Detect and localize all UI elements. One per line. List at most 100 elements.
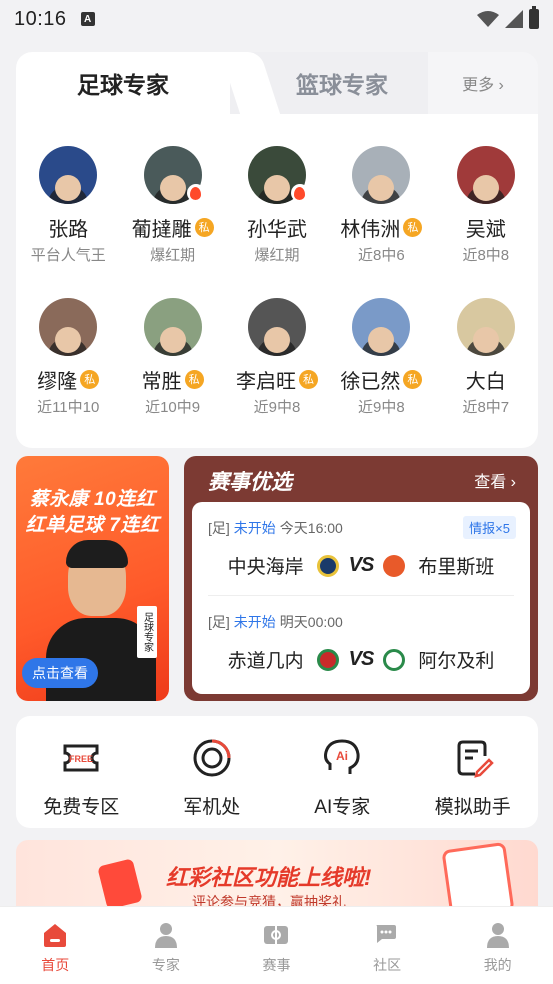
private-badge: 私 bbox=[403, 217, 423, 237]
nav-home[interactable]: 首页 bbox=[0, 907, 111, 984]
expert-tabs: 篮球专家 更多 › 足球专家 bbox=[16, 52, 538, 114]
private-badge: 私 bbox=[80, 369, 100, 389]
nav-profile[interactable]: 我的 bbox=[442, 907, 553, 984]
home-icon bbox=[44, 924, 67, 947]
battery-icon bbox=[529, 6, 539, 29]
tool-ai-expert[interactable]: Ai AI专家 bbox=[277, 716, 408, 828]
away-team-logo-icon bbox=[383, 554, 406, 577]
expert-name: 大白 bbox=[465, 370, 506, 393]
match-league: [足] bbox=[208, 614, 230, 630]
avatar-wrap bbox=[352, 298, 411, 356]
match-teams: 赤道几内 VS 阿尔及利 bbox=[192, 646, 530, 673]
intel-badge[interactable]: 情报×5 bbox=[463, 516, 516, 539]
radar-icon bbox=[193, 739, 231, 777]
avatar-wrap bbox=[456, 146, 515, 204]
ai-icon-text: Ai bbox=[336, 749, 348, 763]
home-team-name: 中央海岸 bbox=[227, 557, 304, 578]
nav-label: 社区 bbox=[373, 957, 402, 973]
expert-name: 李启旺 bbox=[235, 370, 296, 393]
expert-name: 徐已然 bbox=[340, 370, 401, 393]
status-time: 10:16 bbox=[14, 7, 67, 30]
promo-view-button[interactable]: 点击查看 bbox=[22, 658, 98, 688]
expert-record: 近8中8 bbox=[462, 247, 510, 264]
more-experts-link[interactable]: 更多 › bbox=[428, 52, 538, 114]
match-teams: 中央海岸 VS 布里斯班 bbox=[192, 552, 530, 579]
match-row[interactable]: [足] 未开始 今天16:00 情报×5 中央海岸 VS 布里斯班 bbox=[192, 502, 530, 596]
expert-item[interactable]: 葡撻雕私爆红期 bbox=[120, 126, 224, 278]
promo-headline-2: 红单足球 7连红 bbox=[25, 515, 160, 536]
away-team-name: 阿尔及利 bbox=[418, 651, 495, 672]
expert-record: 近9中8 bbox=[358, 399, 405, 416]
avatar bbox=[352, 298, 411, 356]
tool-intel-office[interactable]: 军机处 bbox=[147, 716, 278, 828]
promo-tag: 足球专家 bbox=[137, 606, 157, 658]
tab-football-experts[interactable]: 足球专家 bbox=[16, 52, 230, 114]
expert-item[interactable]: 李启旺私近9中8 bbox=[225, 278, 329, 430]
expert-item[interactable]: 缪隆私近11中10 bbox=[16, 278, 120, 430]
tool-free-zone[interactable]: FREE 免费专区 bbox=[16, 716, 147, 828]
name-row: 李启旺私 bbox=[235, 366, 318, 393]
private-badge: 私 bbox=[184, 369, 204, 389]
promo-headline-1: 蔡永康 10连红 bbox=[29, 489, 156, 510]
expert-item[interactable]: 孙华武 爆红期 bbox=[225, 126, 329, 278]
chat-icon bbox=[376, 925, 397, 943]
expert-item[interactable]: 常胜私近10中9 bbox=[120, 278, 224, 430]
match-time: 今天16:00 bbox=[279, 520, 343, 536]
edit-doc-icon bbox=[457, 740, 494, 778]
expert-name: 张路 bbox=[48, 218, 89, 241]
match-list: [足] 未开始 今天16:00 情报×5 中央海岸 VS 布里斯班 [足] 未开… bbox=[192, 502, 530, 694]
avatar bbox=[39, 298, 98, 356]
match-row[interactable]: [足] 未开始 明天00:00 赤道几内 VS 阿尔及利 bbox=[192, 596, 530, 690]
avatar-wrap bbox=[247, 146, 309, 204]
name-row: 缪隆私 bbox=[37, 366, 100, 393]
nav-experts[interactable]: 专家 bbox=[111, 907, 222, 984]
name-row: 常胜私 bbox=[141, 366, 204, 393]
tool-label: 模拟助手 bbox=[434, 797, 511, 818]
expert-name: 吴斌 bbox=[465, 218, 506, 241]
expert-name: 常胜 bbox=[141, 370, 182, 393]
expert-item[interactable]: 林伟洲私近8中6 bbox=[329, 126, 433, 278]
avatar-wrap bbox=[143, 146, 205, 204]
avatar bbox=[39, 146, 98, 204]
nav-community[interactable]: 社区 bbox=[332, 907, 443, 984]
expert-item[interactable]: 张路 平台人气王 bbox=[16, 126, 120, 278]
avatar-wrap bbox=[247, 298, 306, 356]
avatar bbox=[456, 298, 515, 356]
community-ad-banner[interactable]: 红彩社区功能上线啦! 评论参与竞猜，赢抽奖礼 bbox=[16, 840, 538, 910]
home-team-logo-icon bbox=[316, 648, 339, 671]
tools-card: FREE 免费专区 军机处 Ai AI专家 模拟助手 bbox=[16, 716, 538, 828]
name-row: 徐已然私 bbox=[340, 366, 423, 393]
expert-item[interactable]: 徐已然私近9中8 bbox=[329, 278, 433, 430]
ai-head-icon: Ai bbox=[324, 739, 360, 774]
nav-label: 我的 bbox=[483, 957, 512, 973]
nav-matches[interactable]: 赛事 bbox=[221, 907, 332, 984]
expert-card: 篮球专家 更多 › 足球专家 张路 平台人气王 葡撻雕私爆红期 孙华武 爆红期 林伟洲私近… bbox=[16, 52, 538, 448]
featured-matches-title: 赛事优选 bbox=[208, 471, 292, 494]
expert-name: 林伟洲 bbox=[340, 218, 401, 241]
tool-simulator[interactable]: 模拟助手 bbox=[408, 716, 539, 828]
tool-label: 军机处 bbox=[183, 797, 241, 818]
free-ticket-icon: FREE bbox=[63, 744, 99, 772]
phone-illustration-icon bbox=[441, 841, 515, 910]
match-league: [足] bbox=[208, 520, 230, 536]
red-envelope-icon bbox=[97, 858, 143, 910]
home-team-logo-icon bbox=[316, 554, 339, 577]
away-team-logo-icon bbox=[383, 648, 406, 671]
tab-football-label: 足球专家 bbox=[77, 72, 169, 98]
expert-name: 缪隆 bbox=[37, 370, 78, 393]
bottom-nav: 首页 专家 赛事 社区 我的 bbox=[0, 906, 553, 984]
expert-item[interactable]: 大白 近8中7 bbox=[434, 278, 538, 430]
private-badge: 私 bbox=[403, 369, 423, 389]
promo-banner[interactable]: 蔡永康 10连红 红单足球 7连红 足球专家 点击查看 bbox=[16, 456, 169, 701]
status-bar: 10:16 A bbox=[0, 0, 553, 38]
avatar bbox=[456, 146, 515, 204]
tool-label: AI专家 bbox=[314, 797, 371, 818]
featured-matches-view-link[interactable]: 查看 › bbox=[474, 468, 516, 492]
tab-basketball-experts[interactable]: 篮球专家 bbox=[252, 52, 432, 114]
wifi-icon bbox=[477, 11, 499, 27]
expert-record: 爆红期 bbox=[150, 247, 196, 264]
ad-title: 红彩社区功能上线啦! bbox=[166, 865, 372, 890]
expert-record: 近9中8 bbox=[253, 399, 301, 416]
nav-label: 首页 bbox=[41, 957, 70, 973]
expert-item[interactable]: 吴斌近8中8 bbox=[434, 126, 538, 278]
